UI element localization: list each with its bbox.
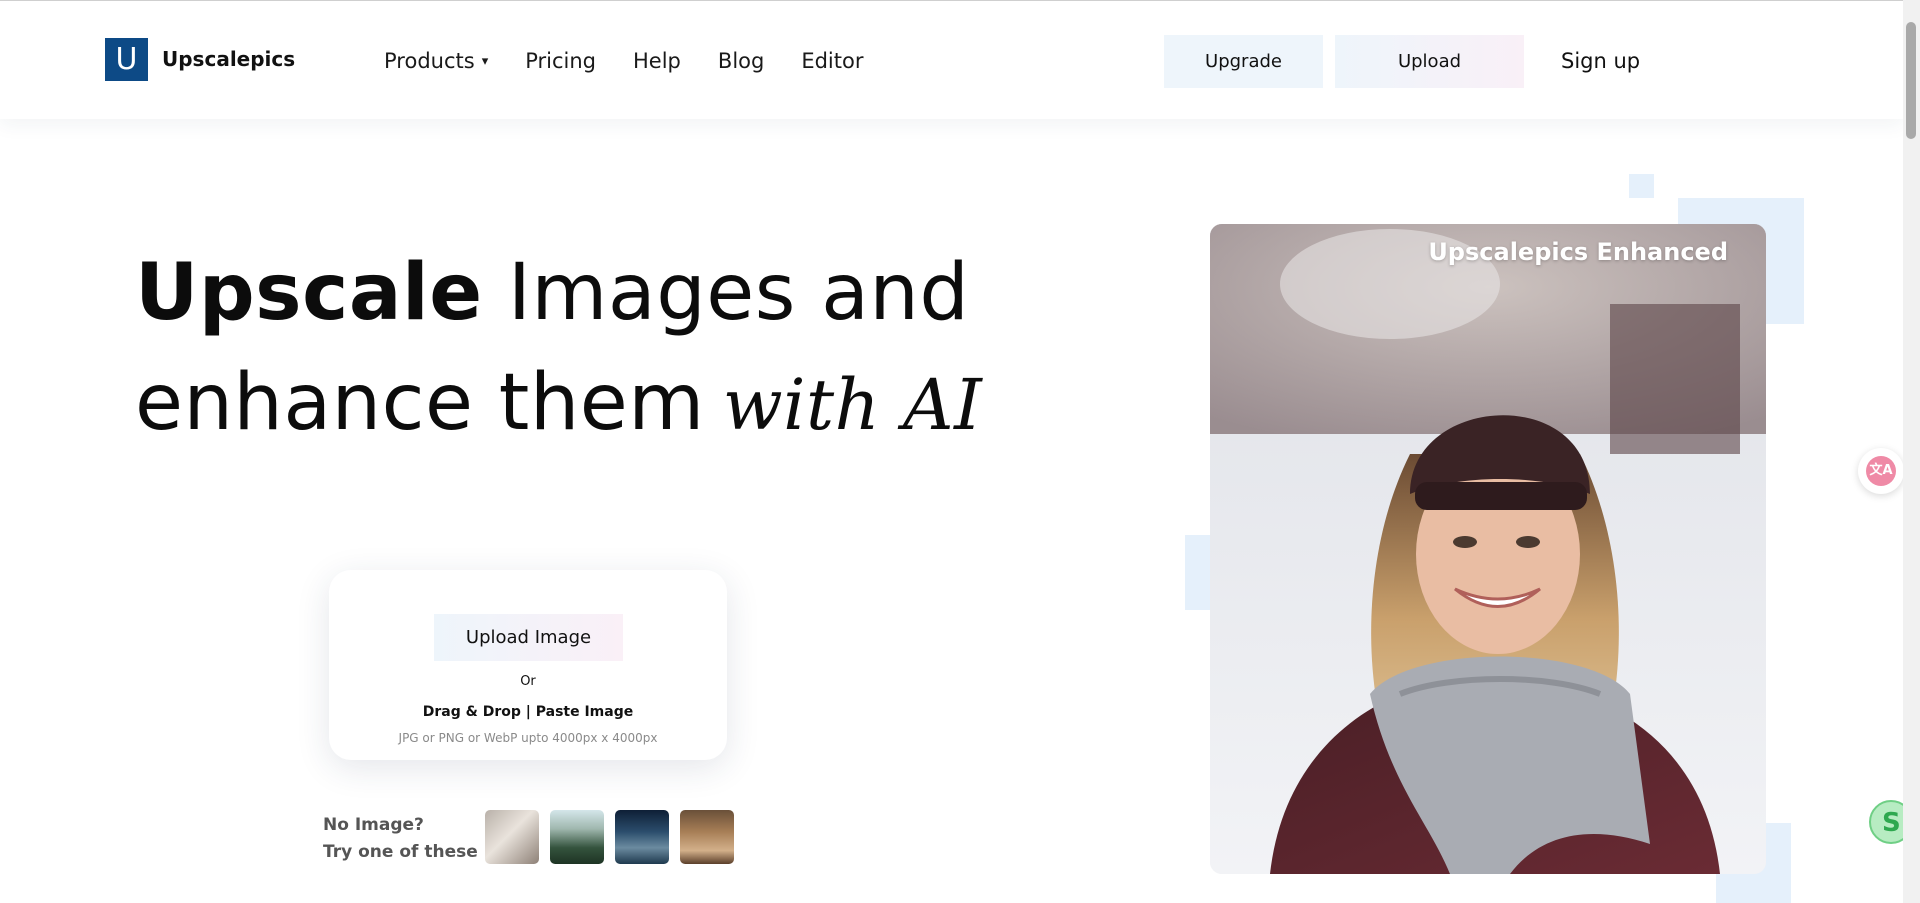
- headline-line-1: Upscale Images and: [135, 238, 1035, 348]
- nav-help[interactable]: Help: [633, 49, 681, 73]
- headline-line-2: enhance them with AI: [135, 348, 1035, 460]
- sample-thumbnails: [485, 810, 734, 864]
- sample-thumb-laptop[interactable]: [680, 810, 734, 864]
- translate-icon: 文A: [1866, 456, 1896, 486]
- upload-button[interactable]: Upload: [1335, 35, 1524, 88]
- sample-label-line1: No Image?: [323, 815, 424, 835]
- nav-pricing[interactable]: Pricing: [525, 49, 596, 73]
- nav-blog[interactable]: Blog: [718, 49, 764, 73]
- sample-label: No Image? Try one of these :: [323, 812, 490, 866]
- upload-card[interactable]: Upload Image Or Drag & Drop | Paste Imag…: [329, 570, 727, 760]
- format-hint: JPG or PNG or WebP upto 4000px x 4000px: [398, 731, 658, 745]
- or-text: Or: [520, 674, 536, 689]
- hero-headline: Upscale Images and enhance them with AI: [135, 238, 1035, 460]
- site-header: U Upscalepics Products ▾ Pricing Help Bl…: [0, 0, 1903, 119]
- chevron-down-icon: ▾: [481, 53, 489, 69]
- sample-thumb-landscape[interactable]: [550, 810, 604, 864]
- decor-square: [1185, 535, 1210, 610]
- nav-editor[interactable]: Editor: [801, 49, 863, 73]
- drag-drop-text: Drag & Drop | Paste Image: [422, 704, 634, 720]
- chat-bubble-icon: S: [1882, 808, 1901, 838]
- nav-products[interactable]: Products ▾: [384, 49, 488, 73]
- decor-square: [1629, 174, 1654, 198]
- headline-line2-text: enhance them: [135, 358, 705, 448]
- sample-thumb-cat[interactable]: [485, 810, 539, 864]
- photo-caption: Upscalepics Enhanced: [1428, 238, 1728, 266]
- logo-icon[interactable]: U: [105, 38, 148, 81]
- upgrade-button[interactable]: Upgrade: [1164, 35, 1323, 88]
- hero-photo: Upscalepics Enhanced: [1210, 224, 1766, 874]
- portrait-illustration: [1210, 224, 1766, 874]
- upload-image-button[interactable]: Upload Image: [434, 614, 623, 661]
- signup-link[interactable]: Sign up: [1561, 49, 1640, 73]
- sample-thumb-street[interactable]: [615, 810, 669, 864]
- headline-strong: Upscale: [135, 248, 483, 338]
- nav-products-label: Products: [384, 49, 475, 73]
- translate-widget-button[interactable]: 文A: [1858, 448, 1904, 494]
- headline-script: with AI: [722, 364, 983, 446]
- scrollbar-thumb[interactable]: [1906, 22, 1916, 139]
- brand-name[interactable]: Upscalepics: [162, 47, 295, 71]
- sample-label-line2: Try one of these :: [323, 842, 491, 862]
- main-nav: Products ▾ Pricing Help Blog Editor: [384, 49, 900, 73]
- headline-rest: Images and: [507, 248, 970, 338]
